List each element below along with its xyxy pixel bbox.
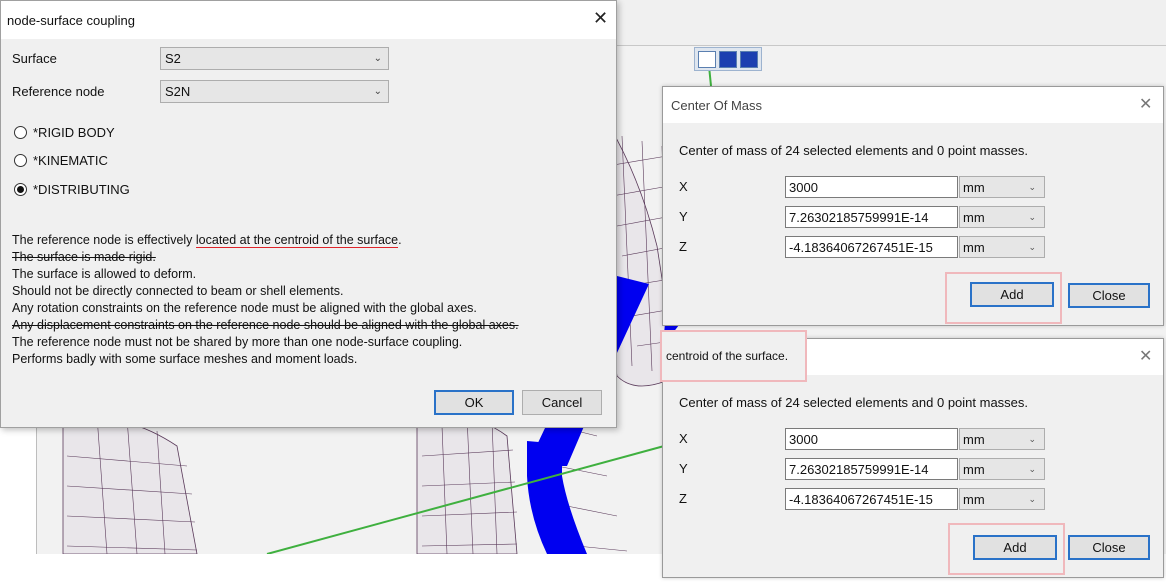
view-mode-toolbar — [694, 47, 762, 71]
z-value-field[interactable]: -4.18364067267451E-15 — [785, 488, 958, 510]
center-of-mass-dialog: Center Of Mass ✕ Center of mass of 24 se… — [662, 86, 1164, 326]
surface-label: Surface — [12, 51, 57, 66]
note-text: . — [398, 233, 402, 247]
unit-value: mm — [963, 431, 985, 447]
unit-value: mm — [963, 461, 985, 477]
axis-label-z: Z — [679, 491, 687, 506]
axis-label-y: Y — [679, 461, 688, 476]
add-button[interactable]: Add — [973, 535, 1057, 560]
dialog-titlebar: node-surface coupling — [1, 1, 616, 39]
radio-label: *RIGID BODY — [33, 125, 115, 140]
radio-label: *KINEMATIC — [33, 153, 108, 168]
close-button[interactable]: Close — [1068, 283, 1150, 308]
view-shaded-icon[interactable] — [719, 51, 737, 68]
y-unit-select[interactable]: mm ⌄ — [959, 458, 1045, 480]
axis-label-y: Y — [679, 209, 688, 224]
note-line: Any rotation constraints on the referenc… — [12, 301, 477, 315]
radio-distributing[interactable]: *DISTRIBUTING — [14, 182, 130, 197]
axis-label-z: Z — [679, 239, 687, 254]
z-value-field[interactable]: -4.18364067267451E-15 — [785, 236, 958, 258]
z-unit-select[interactable]: mm ⌄ — [959, 236, 1045, 258]
radio-label: *DISTRIBUTING — [33, 182, 130, 197]
y-value-field[interactable]: 7.26302185759991E-14 — [785, 458, 958, 480]
add-button[interactable]: Add — [970, 282, 1054, 307]
dialog-title-2: centroid of the surface. — [666, 349, 789, 363]
com-summary: Center of mass of 24 selected elements a… — [679, 143, 1029, 158]
note-line: The reference node must not be shared by… — [12, 335, 463, 349]
note-line: The reference node is effectively locate… — [12, 232, 519, 249]
note-line-struck: Any displacement constraints on the refe… — [12, 318, 519, 332]
note-line: The surface is allowed to deform. — [12, 267, 197, 281]
beam-element-lower — [527, 441, 587, 554]
unit-value: mm — [963, 491, 985, 507]
axis-label-x: X — [679, 179, 688, 194]
radio-button-checked[interactable] — [14, 183, 27, 196]
dialog-title: node-surface coupling — [7, 12, 135, 28]
view-solid-icon[interactable] — [740, 51, 758, 68]
note-highlight: located at the centroid of the surface — [195, 233, 399, 248]
note-line: Performs badly with some surface meshes … — [12, 352, 358, 366]
chevron-down-icon: ⌄ — [1028, 433, 1036, 444]
chevron-down-icon: ⌄ — [373, 86, 382, 97]
surface-value: S2 — [165, 51, 181, 66]
radio-button[interactable] — [14, 126, 27, 139]
x-value-field[interactable]: 3000 — [785, 176, 958, 198]
node-surface-coupling-dialog: node-surface coupling ✕ Surface S2 ⌄ Ref… — [0, 0, 617, 428]
x-unit-select[interactable]: mm ⌄ — [959, 176, 1045, 198]
note-line: Should not be directly connected to beam… — [12, 284, 344, 298]
title-highlight-box: centroid of the surface. — [660, 330, 807, 382]
chevron-down-icon: ⌄ — [1028, 241, 1036, 252]
dialog-titlebar: Center Of Mass — [663, 87, 1163, 123]
chevron-down-icon: ⌄ — [1028, 463, 1036, 474]
radio-rigid-body[interactable]: *RIGID BODY — [14, 125, 115, 140]
com-summary: Center of mass of 24 selected elements a… — [679, 395, 1029, 410]
reference-node-value: S2N — [165, 84, 191, 99]
chevron-down-icon: ⌄ — [373, 53, 382, 64]
close-button[interactable]: Close — [1068, 535, 1150, 560]
y-unit-select[interactable]: mm ⌄ — [959, 206, 1045, 228]
radio-button[interactable] — [14, 154, 27, 167]
radio-kinematic[interactable]: *KINEMATIC — [14, 153, 108, 168]
unit-value: mm — [963, 239, 985, 255]
reference-node-label: Reference node — [12, 84, 105, 99]
close-icon[interactable]: ✕ — [1139, 348, 1152, 366]
x-unit-select[interactable]: mm ⌄ — [959, 428, 1045, 450]
close-icon[interactable]: ✕ — [1139, 96, 1152, 114]
note-line-struck: The surface is made rigid. — [12, 250, 156, 264]
note-text: The reference node is effectively — [12, 233, 196, 247]
chevron-down-icon: ⌄ — [1028, 211, 1036, 222]
view-wireframe-icon[interactable] — [698, 51, 716, 68]
ok-button[interactable]: OK — [434, 390, 514, 415]
surface-select[interactable]: S2 ⌄ — [160, 47, 389, 70]
z-unit-select[interactable]: mm ⌄ — [959, 488, 1045, 510]
y-value-field[interactable]: 7.26302185759991E-14 — [785, 206, 958, 228]
chevron-down-icon: ⌄ — [1028, 181, 1036, 192]
axis-label-x: X — [679, 431, 688, 446]
unit-value: mm — [963, 179, 985, 195]
x-value-field[interactable]: 3000 — [785, 428, 958, 450]
reference-node-select[interactable]: S2N ⌄ — [160, 80, 389, 103]
cancel-button[interactable]: Cancel — [522, 390, 602, 415]
chevron-down-icon: ⌄ — [1028, 493, 1036, 504]
description-notes: The reference node is effectively locate… — [12, 232, 519, 368]
close-icon[interactable]: ✕ — [593, 9, 608, 27]
unit-value: mm — [963, 209, 985, 225]
dialog-title: Center Of Mass — [671, 97, 763, 113]
